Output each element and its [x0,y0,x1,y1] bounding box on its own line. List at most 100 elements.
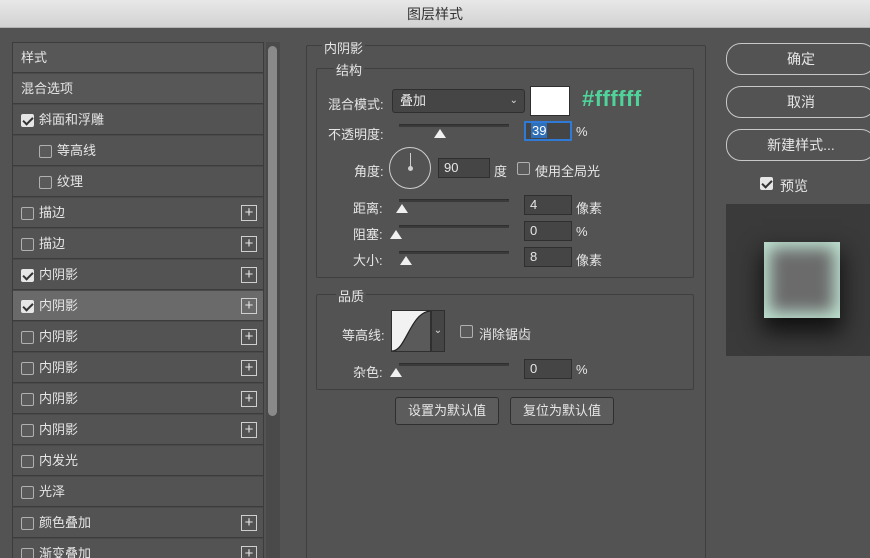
choke-slider-thumb[interactable] [390,229,402,239]
noise-label: 杂色: [353,365,383,380]
preview-thumbnail [764,242,840,318]
shadow-color-swatch[interactable] [530,86,570,116]
style-list-item[interactable]: 内阴影 + [13,415,263,445]
scrollbar-thumb[interactable] [268,46,277,416]
noise-unit: % [576,362,588,377]
style-checkbox[interactable] [21,207,34,220]
style-list-item[interactable]: 混合选项 [13,74,263,104]
style-list-item-label: 内阴影 [39,360,79,375]
style-list-item-label: 内阴影 [39,422,79,437]
style-list-item[interactable]: 描边 + [13,229,263,259]
style-checkbox[interactable] [21,548,34,558]
style-list-item[interactable]: 颜色叠加 + [13,508,263,538]
style-list-item-label: 等高线 [57,143,97,158]
style-checkbox[interactable] [21,238,34,251]
preview-checkbox[interactable] [760,177,773,190]
distance-slider-thumb[interactable] [396,203,408,213]
distance-slider-track[interactable] [399,199,509,202]
contour-picker[interactable] [391,310,431,352]
style-list-item[interactable]: 等高线 [13,136,263,166]
style-checkbox[interactable] [21,331,34,344]
opacity-label: 不透明度: [328,127,384,142]
style-checkbox[interactable] [21,362,34,375]
size-input[interactable]: 8 [524,247,572,267]
style-checkbox[interactable] [21,300,34,313]
style-list: 样式 混合选项 斜面和浮雕 等高线 纹理 描边 + 描边 + 内阴影 + 内阴影 + 内阴影 + 内阴影 + 内阴… [12,42,264,558]
global-light-checkbox[interactable] [517,162,530,175]
add-effect-icon[interactable]: + [241,360,257,376]
size-slider-track[interactable] [399,251,509,254]
add-effect-icon[interactable]: + [241,391,257,407]
ok-button[interactable]: 确定 [726,43,870,75]
title-bar: 图层样式 [0,0,870,28]
style-list-item[interactable]: 内阴影 + [13,291,263,321]
style-list-item[interactable]: 内阴影 + [13,353,263,383]
cancel-button[interactable]: 取消 [726,86,870,118]
opacity-input[interactable]: 39 [524,121,572,141]
make-default-button[interactable]: 设置为默认值 [395,397,499,425]
angle-label: 角度: [354,164,384,179]
distance-label: 距离: [353,201,383,216]
style-checkbox[interactable] [21,455,34,468]
opacity-unit: % [576,124,588,139]
add-effect-icon[interactable]: + [241,205,257,221]
chevron-down-icon: ⌄ [509,95,518,106]
add-effect-icon[interactable]: + [241,329,257,345]
style-list-item[interactable]: 渐变叠加 + [13,539,263,558]
add-effect-icon[interactable]: + [241,546,257,558]
opacity-slider-track[interactable] [399,124,509,127]
style-list-item[interactable]: 纹理 [13,167,263,197]
blend-mode-select[interactable]: 叠加 ⌄ [392,89,525,113]
add-effect-icon[interactable]: + [241,515,257,531]
opacity-slider-thumb[interactable] [434,128,446,138]
style-checkbox[interactable] [39,176,52,189]
style-checkbox[interactable] [21,393,34,406]
style-checkbox[interactable] [21,486,34,499]
angle-input[interactable]: 90 [438,158,490,178]
angle-unit: 度 [494,164,508,179]
style-list-item-label: 内阴影 [39,391,79,406]
style-checkbox[interactable] [21,114,34,127]
style-list-item[interactable]: 斜面和浮雕 [13,105,263,135]
angle-dial[interactable] [389,147,431,189]
style-checkbox[interactable] [21,517,34,530]
add-effect-icon[interactable]: + [241,236,257,252]
reset-default-button[interactable]: 复位为默认值 [510,397,614,425]
style-list-item[interactable]: 内发光 [13,446,263,476]
choke-input[interactable]: 0 [524,221,572,241]
style-list-item-label: 纹理 [57,174,84,189]
style-list-item-label: 渐变叠加 [39,546,92,558]
style-list-item[interactable]: 内阴影 + [13,260,263,290]
contour-dropdown[interactable]: ⌄ [431,310,445,352]
style-checkbox[interactable] [39,145,52,158]
style-checkbox[interactable] [21,424,34,437]
noise-input[interactable]: 0 [524,359,572,379]
distance-input[interactable]: 4 [524,195,572,215]
new-style-button[interactable]: 新建样式... [726,129,870,161]
style-list-item[interactable]: 内阴影 + [13,384,263,414]
style-checkbox[interactable] [21,269,34,282]
noise-slider-thumb[interactable] [390,367,402,377]
anti-alias-label: 消除锯齿 [479,327,532,342]
style-list-item[interactable]: 描边 + [13,198,263,228]
style-list-item-label: 描边 [39,236,66,251]
style-list-item[interactable]: 内阴影 + [13,322,263,352]
style-list-item-label: 光泽 [39,484,66,499]
style-list-item-label: 混合选项 [21,81,74,96]
size-unit: 像素 [576,253,603,268]
style-list-scrollbar[interactable] [266,42,280,558]
style-list-item[interactable]: 样式 [13,43,263,73]
size-slider-thumb[interactable] [400,255,412,265]
anti-alias-checkbox[interactable] [460,325,473,338]
style-list-item-label: 内阴影 [39,267,79,282]
angle-value: 90 [444,160,459,175]
choke-slider-track[interactable] [399,225,509,228]
style-list-item-label: 斜面和浮雕 [39,112,105,127]
noise-slider-track[interactable] [399,363,509,366]
contour-curve-icon [391,310,431,352]
add-effect-icon[interactable]: + [241,298,257,314]
add-effect-icon[interactable]: + [241,267,257,283]
style-list-item[interactable]: 光泽 [13,477,263,507]
inner-shadow-title: 内阴影 [322,38,366,57]
add-effect-icon[interactable]: + [241,422,257,438]
